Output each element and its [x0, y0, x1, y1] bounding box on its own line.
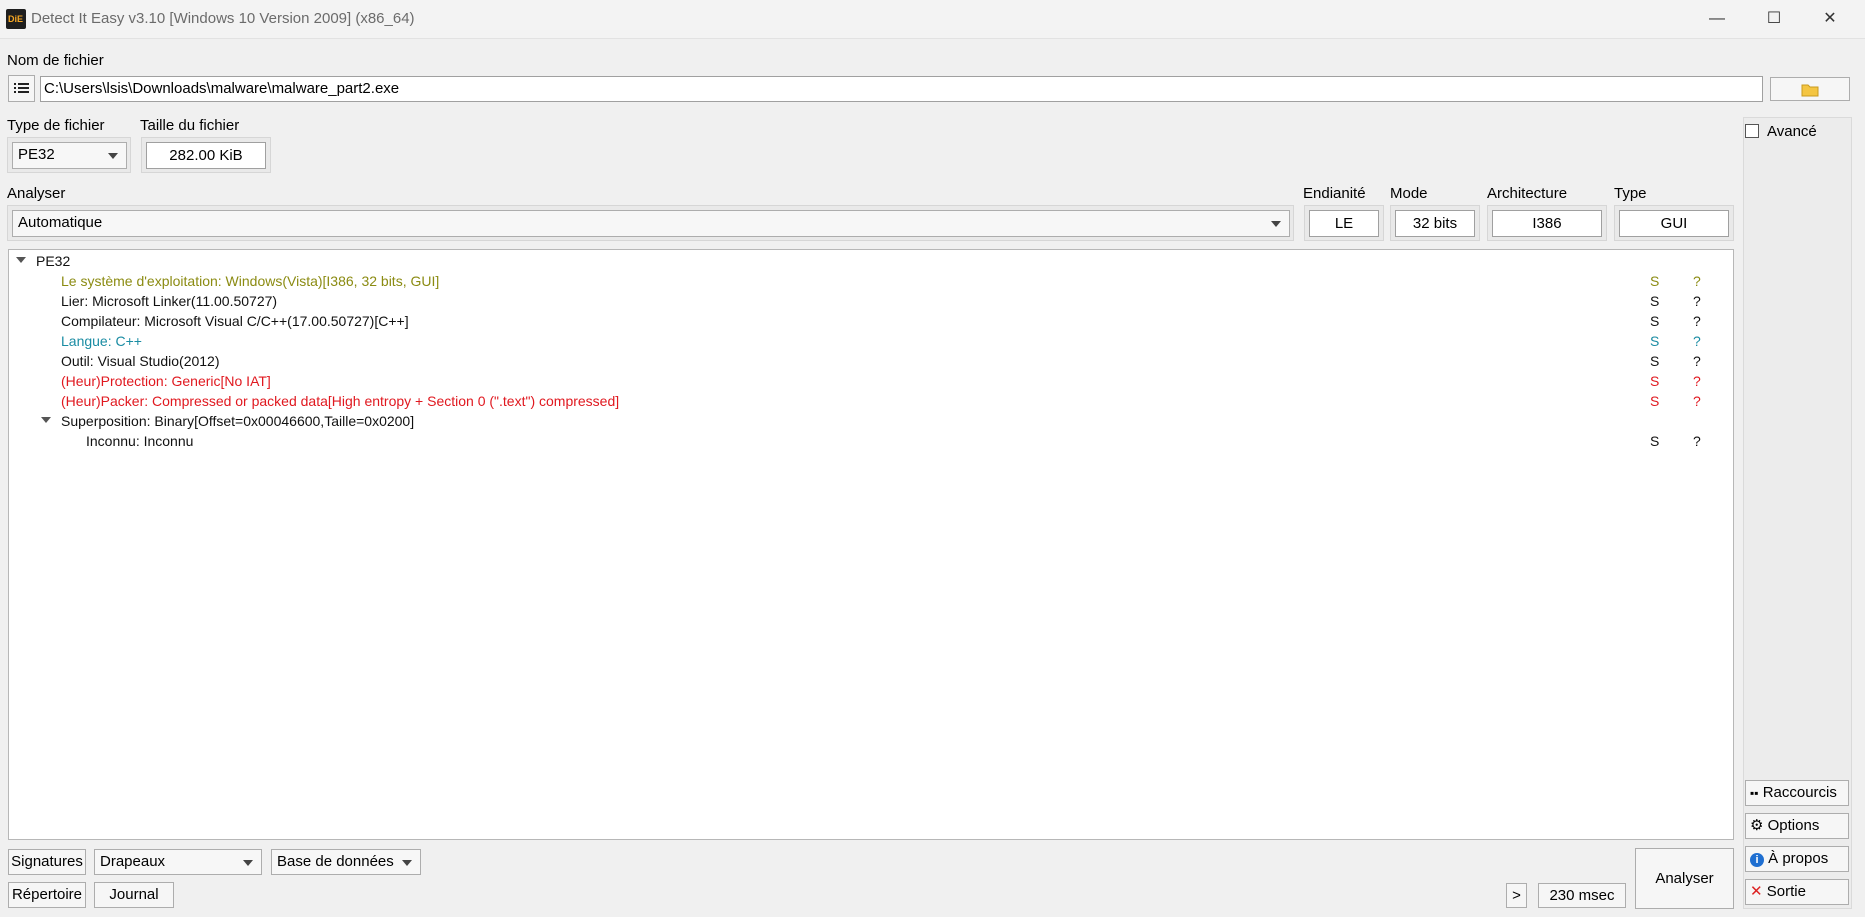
- chevron-down-icon: [108, 153, 118, 159]
- tree-item-language[interactable]: Langue: C++: [61, 331, 142, 351]
- mode-value: 32 bits: [1395, 210, 1475, 237]
- signature-button[interactable]: S: [1650, 431, 1659, 451]
- database-value: Base de données: [277, 853, 394, 870]
- tree-item-protection[interactable]: (Heur)Protection: Generic[No IAT]: [61, 371, 271, 391]
- endianness-label: Endianité: [1303, 185, 1366, 202]
- minimize-button[interactable]: —: [1689, 0, 1745, 38]
- signature-button[interactable]: S: [1650, 271, 1659, 291]
- info-button[interactable]: ?: [1693, 351, 1701, 371]
- signature-button[interactable]: S: [1650, 291, 1659, 311]
- signature-button[interactable]: S: [1650, 311, 1659, 331]
- tree-item-tool[interactable]: Outil: Visual Studio(2012): [61, 351, 220, 371]
- analyze-button[interactable]: Analyser: [1635, 848, 1734, 909]
- info-button[interactable]: ?: [1693, 331, 1701, 351]
- endianness-value: LE: [1309, 210, 1379, 237]
- advanced-checkbox[interactable]: [1745, 124, 1759, 138]
- collapse-icon[interactable]: [16, 257, 26, 263]
- exit-button[interactable]: ✕ Sortie: [1745, 879, 1849, 905]
- log-button[interactable]: Journal: [94, 882, 174, 908]
- scan-time: 230 msec: [1538, 883, 1626, 908]
- collapse-icon[interactable]: [41, 417, 51, 423]
- tree-item-overlay[interactable]: Superposition: Binary[Offset=0x00046600,…: [61, 411, 414, 431]
- scan-label: Analyser: [7, 185, 66, 202]
- tree-item-compiler[interactable]: Compilateur: Microsoft Visual C/C++(17.0…: [61, 311, 409, 331]
- advanced-label: Avancé: [1767, 123, 1817, 140]
- open-file-button[interactable]: [1770, 77, 1850, 101]
- info-icon: i: [1750, 853, 1764, 867]
- database-select[interactable]: Base de données: [271, 849, 421, 875]
- type-label: Type: [1614, 185, 1647, 202]
- info-button[interactable]: ?: [1693, 391, 1701, 411]
- file-name-label: Nom de fichier: [7, 52, 104, 69]
- results-tree[interactable]: PE32 Le système d'exploitation: Windows(…: [8, 249, 1734, 840]
- tree-item-linker[interactable]: Lier: Microsoft Linker(11.00.50727): [61, 291, 277, 311]
- file-size-value: 282.00 KiB: [146, 142, 266, 169]
- file-type-select[interactable]: PE32: [12, 142, 127, 169]
- chevron-down-icon: [402, 860, 412, 866]
- chevron-down-icon: [243, 860, 253, 866]
- scan-mode-value: Automatique: [18, 214, 103, 231]
- type-value: GUI: [1619, 210, 1729, 237]
- file-path-input[interactable]: C:\Users\lsis\Downloads\malware\malware_…: [40, 76, 1763, 102]
- exit-label: Sortie: [1766, 883, 1806, 900]
- shortcuts-icon: ▪▪: [1750, 786, 1759, 800]
- signature-button[interactable]: S: [1650, 391, 1659, 411]
- shortcuts-label: Raccourcis: [1762, 784, 1837, 801]
- mode-label: Mode: [1390, 185, 1428, 202]
- info-button[interactable]: ?: [1693, 371, 1701, 391]
- file-type-value: PE32: [18, 146, 55, 163]
- list-button[interactable]: [8, 75, 35, 102]
- app-icon: DiE: [6, 9, 26, 29]
- list-icon: [14, 83, 29, 93]
- about-label: À propos: [1768, 850, 1829, 867]
- chevron-down-icon: [1271, 221, 1281, 227]
- folder-icon: [1801, 84, 1819, 97]
- signatures-button[interactable]: Signatures: [8, 849, 86, 875]
- app-icon-text: DiE: [8, 14, 24, 24]
- file-type-label: Type de fichier: [7, 117, 105, 134]
- flags-select[interactable]: Drapeaux: [94, 849, 262, 875]
- close-icon: ✕: [1750, 883, 1763, 900]
- window-title: Detect It Easy v3.10 [Windows 10 Version…: [31, 10, 415, 27]
- scan-mode-select[interactable]: Automatique: [12, 210, 1290, 237]
- signature-button[interactable]: S: [1650, 371, 1659, 391]
- about-button[interactable]: i À propos: [1745, 846, 1849, 872]
- gear-icon: ⚙: [1750, 817, 1764, 834]
- architecture-label: Architecture: [1487, 185, 1568, 202]
- maximize-button[interactable]: ☐: [1746, 0, 1802, 38]
- info-button[interactable]: ?: [1693, 311, 1701, 331]
- tree-item-unknown[interactable]: Inconnu: Inconnu: [86, 431, 193, 451]
- info-button[interactable]: ?: [1693, 291, 1701, 311]
- close-button[interactable]: ✕: [1802, 0, 1858, 38]
- flags-value: Drapeaux: [100, 853, 166, 870]
- tree-root[interactable]: PE32: [36, 251, 70, 271]
- tree-item-packer[interactable]: (Heur)Packer: Compressed or packed data[…: [61, 391, 619, 411]
- shortcuts-button[interactable]: ▪▪ Raccourcis: [1745, 780, 1849, 806]
- signature-button[interactable]: S: [1650, 331, 1659, 351]
- options-label: Options: [1767, 817, 1820, 834]
- options-button[interactable]: ⚙ Options: [1745, 813, 1849, 839]
- signature-button[interactable]: S: [1650, 351, 1659, 371]
- architecture-value: I386: [1492, 210, 1602, 237]
- directory-button[interactable]: Répertoire: [8, 882, 86, 908]
- file-size-label: Taille du fichier: [140, 117, 240, 134]
- expand-button[interactable]: >: [1506, 883, 1527, 908]
- info-button[interactable]: ?: [1693, 271, 1701, 291]
- tree-item-os[interactable]: Le système d'exploitation: Windows(Vista…: [61, 271, 439, 291]
- info-button[interactable]: ?: [1693, 431, 1701, 451]
